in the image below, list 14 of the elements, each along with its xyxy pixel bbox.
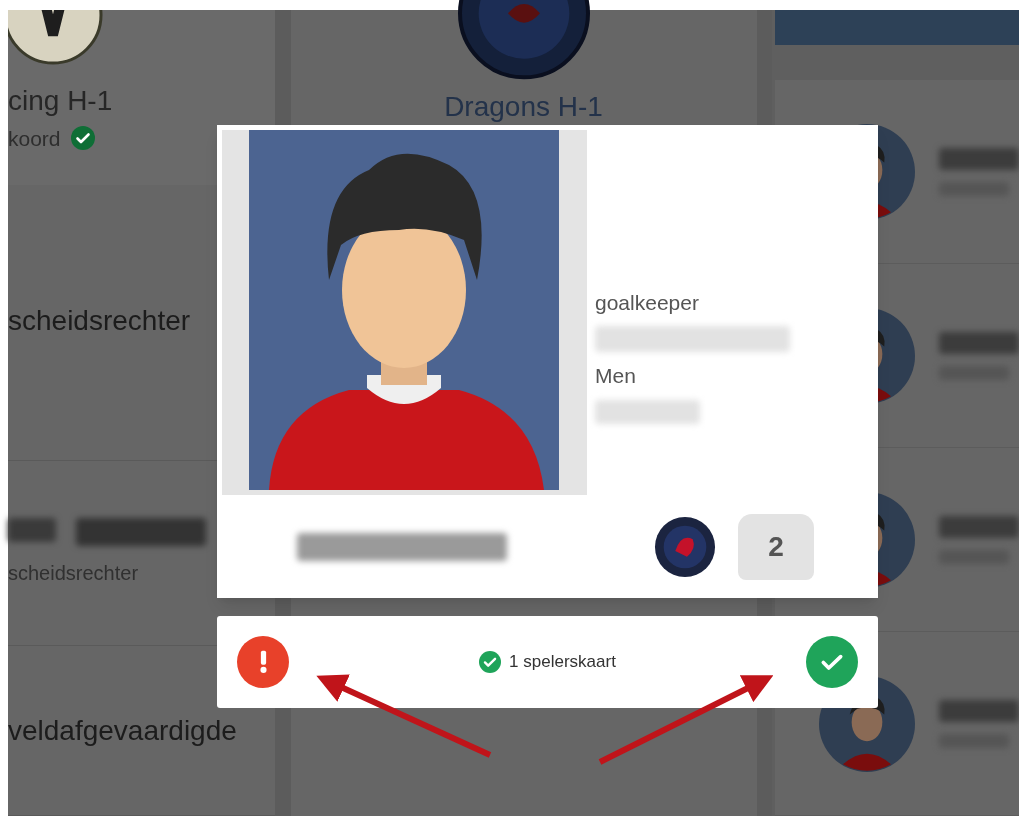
shirt-number: 2 <box>738 513 814 580</box>
blurred-text <box>8 518 56 542</box>
team-name: cing H-1 <box>8 86 114 115</box>
report-issue-button[interactable] <box>237 636 289 688</box>
status-text: koord <box>8 125 61 152</box>
player-cards-count: 1 spelerskaart <box>509 651 616 674</box>
team-name: Dragons H-1 <box>444 90 603 124</box>
position-text: goalkeeper <box>595 289 700 316</box>
role-label: veldafgevaardigde <box>8 713 238 748</box>
club-logo-icon <box>654 515 716 578</box>
exclamation-icon <box>259 650 267 674</box>
confirm-button[interactable] <box>806 636 858 688</box>
role-label: scheidsrechter <box>8 303 192 338</box>
category-text: Men <box>595 363 637 389</box>
